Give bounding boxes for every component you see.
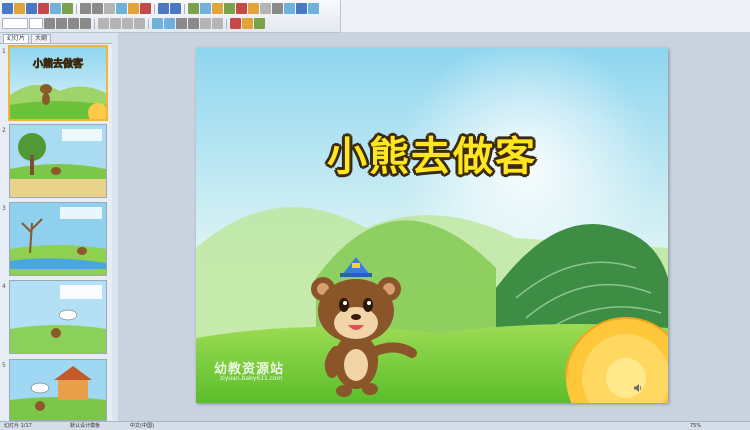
speaker-icon[interactable] xyxy=(633,383,643,393)
expand-all-icon[interactable] xyxy=(260,3,271,14)
slide-thumbnail-1[interactable]: 小熊去做客 xyxy=(8,45,108,121)
slide-thumbnail-3[interactable] xyxy=(9,202,107,276)
insert-picture-icon[interactable] xyxy=(236,3,247,14)
italic-icon[interactable] xyxy=(56,18,67,29)
slide-thumbnail-pane: 幻灯片 大纲 1 小熊去做客 2 3 4 5 xyxy=(0,33,113,421)
font-name-box[interactable] xyxy=(2,18,28,29)
slide-thumbnail-4[interactable] xyxy=(9,280,107,354)
new-icon[interactable] xyxy=(2,3,13,14)
slide-number: 3 xyxy=(2,205,6,212)
insert-hyperlink-icon[interactable] xyxy=(224,3,235,14)
print-preview-icon[interactable] xyxy=(62,3,73,14)
increase-font-icon[interactable] xyxy=(176,18,187,29)
separator xyxy=(154,3,155,14)
design-icon[interactable] xyxy=(242,18,253,29)
align-left-icon[interactable] xyxy=(98,18,109,29)
decrease-font-icon[interactable] xyxy=(188,18,199,29)
new-slide-icon[interactable] xyxy=(254,18,265,29)
research-icon[interactable] xyxy=(92,3,103,14)
slide-background xyxy=(196,48,668,403)
tab-slides[interactable]: 幻灯片 xyxy=(3,34,30,43)
tab-outline[interactable]: 大纲 xyxy=(31,34,52,43)
insert-wordart-icon[interactable] xyxy=(248,3,259,14)
insert-chart-icon[interactable] xyxy=(188,3,199,14)
align-center-icon[interactable] xyxy=(110,18,121,29)
slide-number: 4 xyxy=(2,283,6,290)
underline-icon[interactable] xyxy=(68,18,79,29)
grayscale-icon[interactable] xyxy=(284,3,295,14)
pane-tabs: 幻灯片 大纲 xyxy=(0,33,112,44)
slide-number: 2 xyxy=(2,127,6,134)
slide-thumbnail-1-image: 小熊去做客 xyxy=(10,47,106,119)
increase-indent-icon[interactable] xyxy=(212,18,223,29)
watermark-url: ziyuan.baby611.com xyxy=(220,375,283,382)
slide-thumbnail-2[interactable] xyxy=(9,124,107,198)
decrease-indent-icon[interactable] xyxy=(200,18,211,29)
shadow-icon[interactable] xyxy=(80,18,91,29)
separator xyxy=(148,18,149,29)
justify-icon[interactable] xyxy=(134,18,145,29)
separator xyxy=(76,3,77,14)
open-icon[interactable] xyxy=(14,3,25,14)
toolbar xyxy=(0,0,341,33)
paste-icon[interactable] xyxy=(128,3,139,14)
thumb-title: 小熊去做客 xyxy=(32,57,84,70)
separator xyxy=(226,18,227,29)
toolbar-row-formatting xyxy=(2,17,265,30)
slide-title[interactable]: 小熊去做客 xyxy=(196,124,668,182)
font-color-icon[interactable] xyxy=(230,18,241,29)
undo-icon[interactable] xyxy=(158,3,169,14)
toolbar-row-standard xyxy=(2,2,319,15)
slide-thumbnail-5[interactable] xyxy=(9,359,107,421)
spelling-icon[interactable] xyxy=(80,3,91,14)
zoom-icon[interactable] xyxy=(296,3,307,14)
slide-thumbnail-3-image xyxy=(10,203,106,275)
bullets-icon[interactable] xyxy=(164,18,175,29)
insert-table-icon[interactable] xyxy=(200,3,211,14)
bold-icon[interactable] xyxy=(44,18,55,29)
permission-icon[interactable] xyxy=(38,3,49,14)
slide-number: 5 xyxy=(2,362,6,369)
slide-thumbnail-4-image xyxy=(10,281,106,353)
tables-and-borders-icon[interactable] xyxy=(212,3,223,14)
align-right-icon[interactable] xyxy=(122,18,133,29)
copy-icon[interactable] xyxy=(116,3,127,14)
slide-thumbnail-5-image xyxy=(10,360,106,420)
separator xyxy=(184,3,185,14)
separator xyxy=(94,18,95,29)
print-icon[interactable] xyxy=(50,3,61,14)
help-icon[interactable] xyxy=(308,3,319,14)
save-icon[interactable] xyxy=(26,3,37,14)
show-formatting-icon[interactable] xyxy=(272,3,283,14)
slide-thumbnail-2-image xyxy=(10,125,106,197)
format-painter-icon[interactable] xyxy=(140,3,151,14)
redo-icon[interactable] xyxy=(170,3,181,14)
slide-number: 1 xyxy=(2,48,6,55)
toolbar-area xyxy=(0,0,750,33)
numbering-icon[interactable] xyxy=(152,18,163,29)
font-size-box[interactable] xyxy=(29,18,43,29)
cut-icon[interactable] xyxy=(104,3,115,14)
current-slide[interactable]: 小熊去做客 幼教资源站 ziyuan.baby611.com xyxy=(196,48,668,403)
